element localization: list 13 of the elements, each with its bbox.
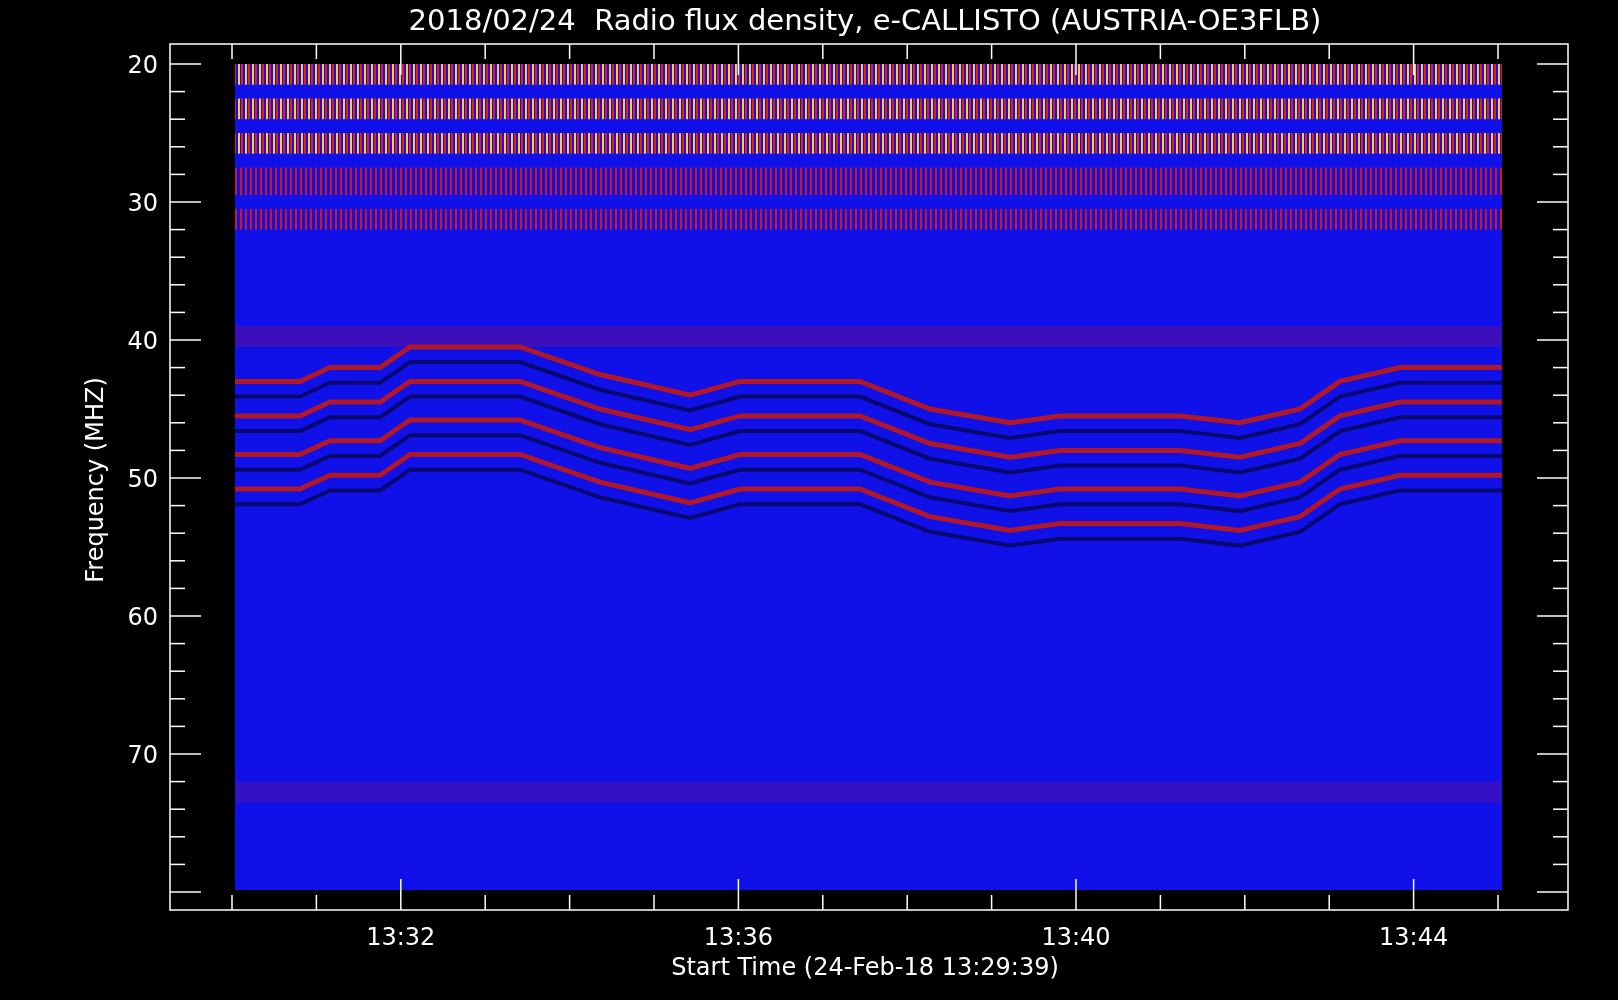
tick-label: 13:32	[366, 923, 436, 951]
tick-label: 50	[127, 465, 158, 493]
tick-label: 20	[127, 51, 158, 79]
tick-label: 30	[127, 189, 158, 217]
tick-label: 70	[127, 741, 158, 769]
tick-label: 13:40	[1041, 923, 1111, 951]
tick-label: 40	[127, 327, 158, 355]
tick-label: 13:36	[703, 923, 773, 951]
axis-label: Start Time (24-Feb-18 13:29:39)	[671, 953, 1059, 981]
tick-label: 13:44	[1379, 923, 1449, 951]
tick-label: 60	[127, 603, 158, 631]
chart-title: 2018/02/24 Radio flux density, e-CALLISTO (AUSTRIA-OE3FLB)	[408, 3, 1322, 37]
axis-label: Frequency (MHZ)	[81, 377, 109, 583]
